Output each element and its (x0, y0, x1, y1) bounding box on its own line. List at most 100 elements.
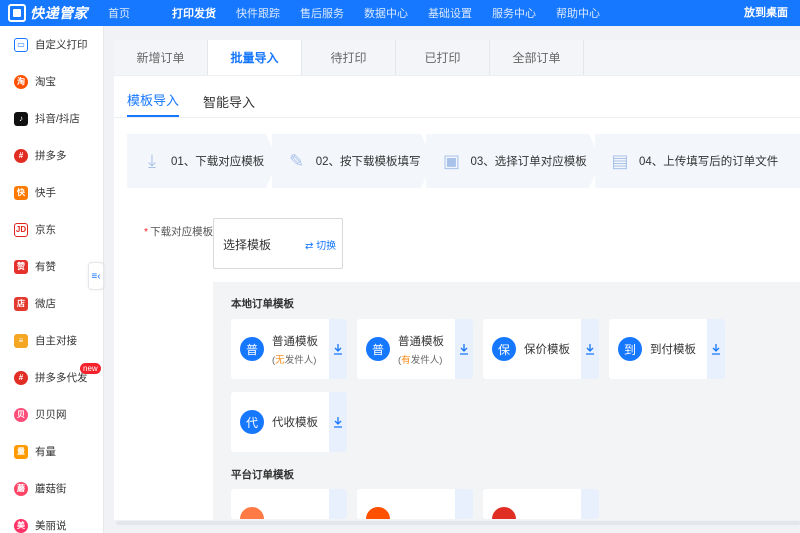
template-subtitle: (无发件人) (272, 354, 317, 366)
switch-template-button[interactable]: ⇄ 切换 (305, 237, 336, 252)
nav-basic-settings[interactable]: 基础设置 (428, 5, 492, 21)
sidebar-item-meilishuo[interactable]: 美 美丽说 (0, 507, 103, 533)
sidebar-item-jd[interactable]: JD 京东 (0, 211, 103, 248)
download-icon (586, 344, 594, 355)
download-icon (460, 344, 468, 355)
sidebar-item-label: 蘑菇街 (35, 483, 67, 495)
top-nav: 首页 打印发货 快件跟踪 售后服务 数据中心 基础设置 服务中心 帮助中心 (108, 5, 620, 21)
tab-all-orders[interactable]: 全部订单 (490, 40, 584, 75)
template-badge: 普 (240, 337, 264, 361)
template-badge: 普 (366, 337, 390, 361)
sidebar-item-label: 快手 (35, 187, 56, 199)
sidebar-item-label: 拼多多 (35, 150, 67, 162)
sidebar-item-custom-print[interactable]: ▭ 自定义打印 (0, 26, 103, 63)
template-card-collection[interactable]: 代 代收模板 (231, 392, 347, 452)
local-templates-title: 本地订单模板 (231, 298, 294, 310)
taobao-icon: 淘 (14, 74, 28, 89)
template-panel: 本地订单模板 普 普通模板 (无发件人) 普 普通模板 (有发件人) 保 保价模… (213, 282, 800, 520)
horizontal-scrollbar[interactable] (116, 521, 800, 525)
order-tabs: 新增订单 批量导入 待打印 已打印 全部订单 (114, 40, 800, 76)
sidebar-item-mogujie[interactable]: 蘑 蘑菇街 (0, 470, 103, 507)
template-badge: 保 (492, 337, 516, 361)
download-template-button[interactable] (581, 319, 599, 379)
download-icon (334, 344, 342, 355)
template-card-insured[interactable]: 保 保价模板 (483, 319, 599, 379)
sidebar-item-kuaishou[interactable]: 快 快手 (0, 174, 103, 211)
platform-template-card[interactable] (483, 489, 599, 519)
nav-data-center[interactable]: 数据中心 (364, 5, 428, 21)
printer-icon: ▭ (14, 37, 28, 52)
youzan-icon: 赞 (14, 259, 28, 274)
beibei-icon: 贝 (14, 407, 28, 422)
download-template-button[interactable] (329, 489, 347, 519)
sidebar-item-taobao[interactable]: 淘 淘宝 (0, 63, 103, 100)
main-content: 新增订单 批量导入 待打印 已打印 全部订单 模板导入 智能导入 ⤓ 01、下载… (114, 40, 800, 520)
template-name: 到付模板 (650, 344, 696, 356)
template-select[interactable]: 选择模板 ⇄ 切换 (213, 218, 343, 269)
select-template-icon: ▣ (442, 150, 460, 171)
nav-service-center[interactable]: 服务中心 (492, 5, 556, 21)
sidebar-item-pinduoduo-dropship[interactable]: # 拼多多代发 new (0, 359, 103, 396)
download-template-button[interactable] (707, 319, 725, 379)
template-card-normal-with-sender[interactable]: 普 普通模板 (有发件人) (357, 319, 473, 379)
nav-home[interactable]: 首页 (108, 5, 172, 21)
sidebar-item-self-integration[interactable]: ≡ 自主对接 (0, 322, 103, 359)
tab-new-order[interactable]: 新增订单 (114, 40, 208, 75)
douyin-icon: ♪ (14, 111, 28, 126)
tab-to-print[interactable]: 待打印 (302, 40, 396, 75)
download-template-button[interactable] (329, 392, 347, 452)
template-name: 代收模板 (272, 417, 318, 429)
swap-icon: ⇄ (305, 241, 314, 252)
sidebar-item-label: 拼多多代发 (35, 372, 88, 384)
kuaishou-icon: 快 (14, 185, 28, 200)
jd-icon: JD (14, 222, 28, 237)
template-card-cod-freight[interactable]: 到 到付模板 (609, 319, 725, 379)
template-select-value: 选择模板 (223, 238, 272, 252)
tab-batch-import[interactable]: 批量导入 (208, 40, 302, 75)
subtab-smart-import[interactable]: 智能导入 (203, 92, 255, 117)
template-card-normal-no-sender[interactable]: 普 普通模板 (无发件人) (231, 319, 347, 379)
download-template-button[interactable] (455, 489, 473, 519)
step-3: ▣ 03、选择订单对应模板 (426, 134, 601, 188)
platform-logo-icon (492, 507, 516, 519)
nav-help-center[interactable]: 帮助中心 (556, 5, 620, 21)
sidebar-item-beibei[interactable]: 贝 贝贝网 (0, 396, 103, 433)
download-template-button[interactable] (455, 319, 473, 379)
sidebar-item-label: 淘宝 (35, 76, 56, 88)
template-subtitle: (有发件人) (398, 354, 443, 366)
nav-after-sales[interactable]: 售后服务 (300, 5, 364, 21)
download-icon: ⤓ (148, 150, 156, 171)
sidebar-item-douyin[interactable]: ♪ 抖音/抖店 (0, 100, 103, 137)
nav-print-ship[interactable]: 打印发货 (172, 5, 236, 21)
sidebar-item-youliang[interactable]: 量 有量 (0, 433, 103, 470)
platform-template-card[interactable] (231, 489, 347, 519)
sidebar-collapse-handle[interactable]: ≡‹ (88, 262, 104, 290)
download-template-button[interactable] (329, 319, 347, 379)
sidebar-item-weidian[interactable]: 店 微店 (0, 285, 103, 322)
tab-printed[interactable]: 已打印 (396, 40, 490, 75)
nav-tracking[interactable]: 快件跟踪 (236, 5, 300, 21)
subtab-template-import[interactable]: 模板导入 (127, 90, 180, 117)
required-mark: * (144, 226, 149, 238)
api-icon: ≡ (14, 333, 28, 348)
new-badge: new (80, 363, 101, 374)
download-icon (712, 344, 720, 355)
app-logo[interactable]: 快递管家 (0, 3, 100, 23)
collapse-icon: ≡‹ (91, 270, 101, 282)
sidebar-item-label: 自定义打印 (35, 39, 88, 51)
download-template-button[interactable] (581, 489, 599, 519)
desktop-shortcut-link[interactable]: 放到桌面 (744, 0, 788, 26)
weidian-icon: 店 (14, 296, 28, 311)
top-bar: 快递管家 首页 打印发货 快件跟踪 售后服务 数据中心 基础设置 服务中心 帮助… (0, 0, 800, 26)
sidebar-item-pinduoduo[interactable]: # 拼多多 (0, 137, 103, 174)
upload-file-icon: ▤ (611, 150, 629, 171)
template-name: 保价模板 (524, 344, 570, 356)
meilishuo-icon: 美 (14, 518, 28, 533)
template-badge: 代 (240, 410, 264, 434)
sidebar-item-label: 抖音/抖店 (35, 113, 80, 125)
youliang-icon: 量 (14, 444, 28, 459)
template-name: 普通模板 (398, 335, 444, 348)
import-mode-tabs: 模板导入 智能导入 (114, 76, 800, 118)
platform-template-card[interactable] (357, 489, 473, 519)
download-icon (334, 417, 342, 428)
